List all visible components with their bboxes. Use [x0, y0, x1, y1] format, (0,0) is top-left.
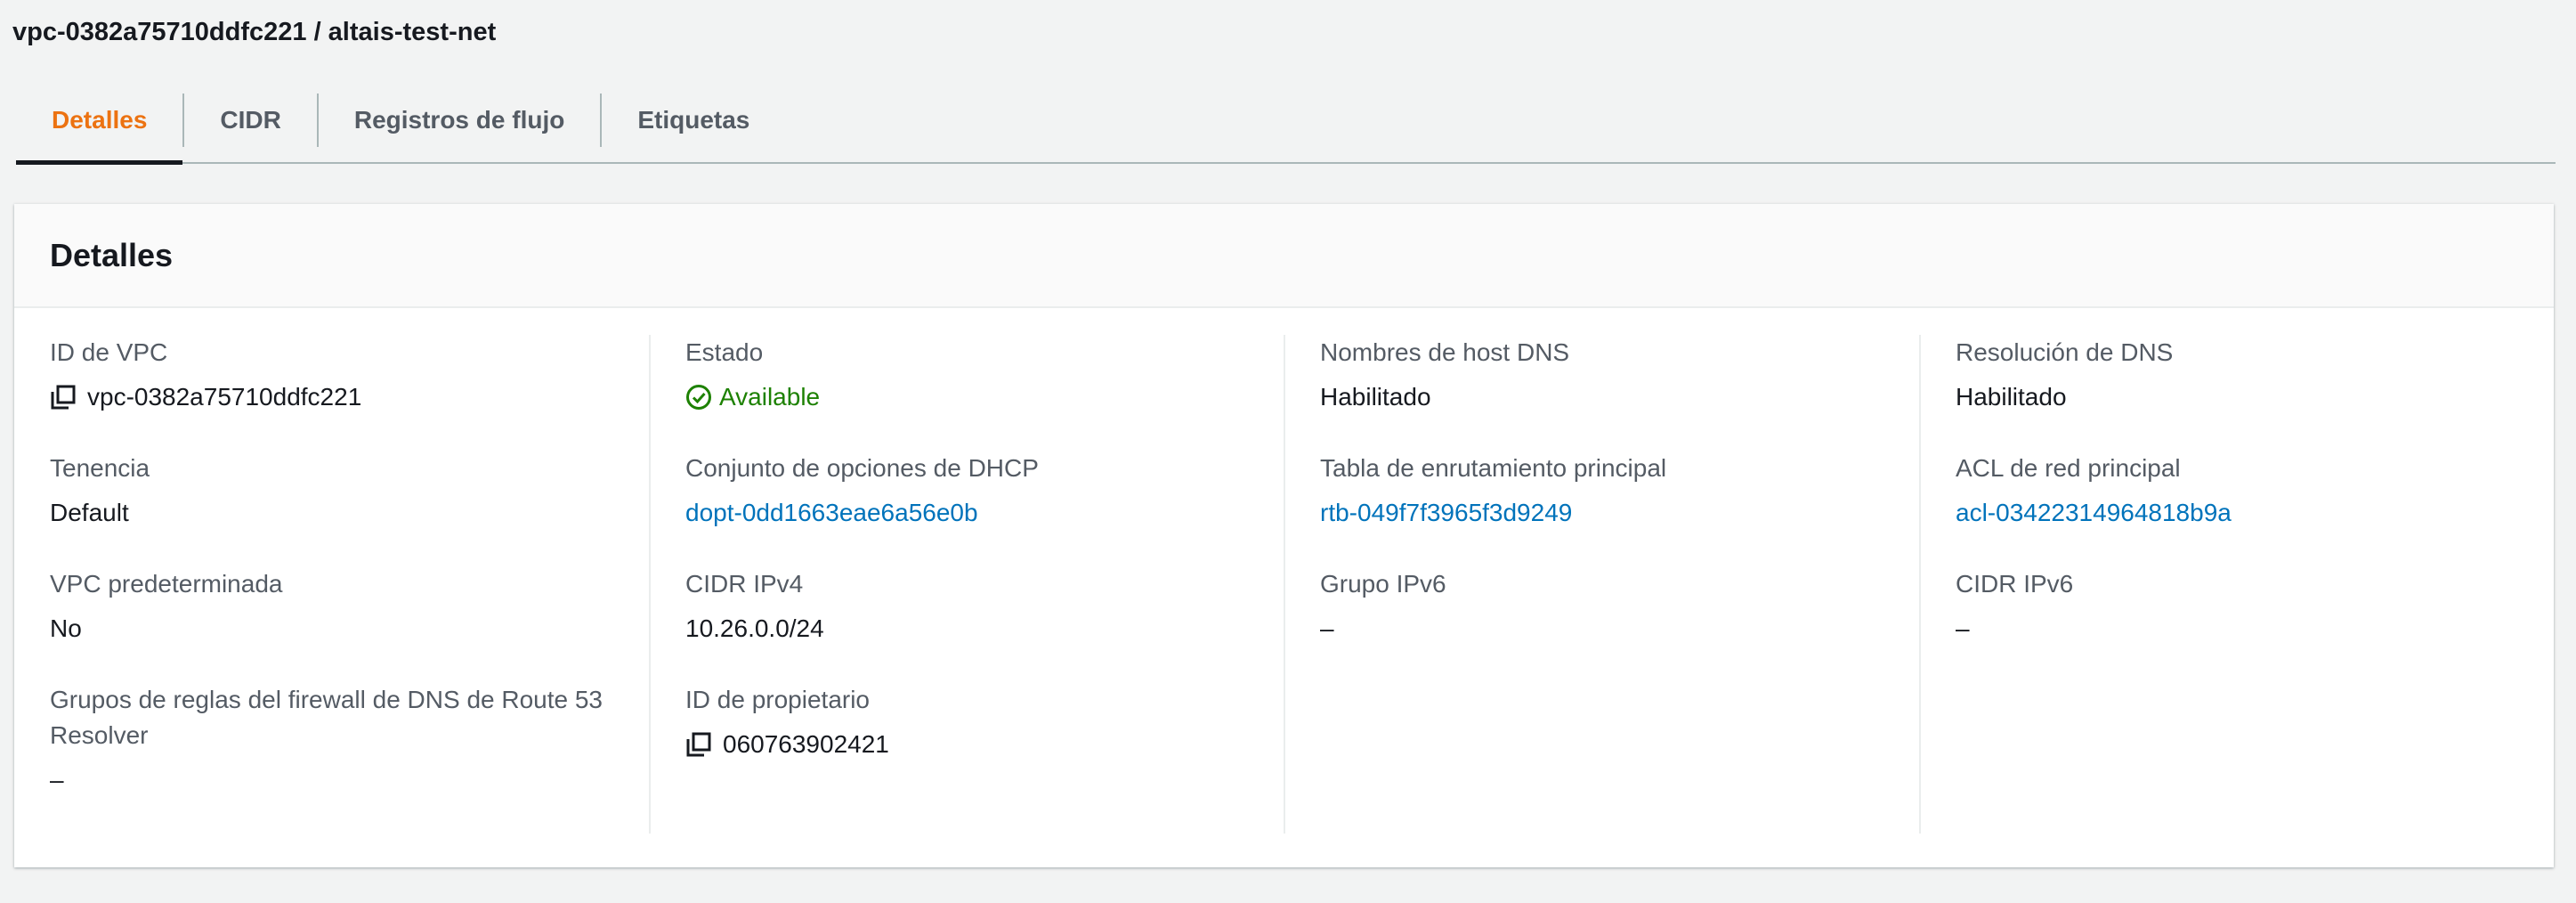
details-column-3: Nombres de host DNS Habilitado Tabla de … — [1320, 335, 1934, 834]
field-label: Resolución de DNS — [1956, 338, 2174, 366]
tab-bar: Detalles CIDR Registros de flujo Etiquet… — [16, 78, 2556, 165]
details-column-1: ID de VPC vpc-0382a75710ddfc221 Tenencia… — [50, 335, 664, 834]
field-ipv6-cidr: CIDR IPv6 – — [1956, 566, 2534, 647]
status-text: Available — [719, 383, 821, 411]
field-main-route-table: Tabla de enrutamiento principal rtb-049f… — [1320, 451, 1934, 531]
field-label: Nombres de host DNS — [1320, 338, 1570, 366]
field-value: Habilitado — [1320, 383, 1431, 411]
field-label: Tenencia — [50, 454, 150, 482]
field-value: No — [50, 614, 82, 642]
field-label: Conjunto de opciones de DHCP — [685, 454, 1039, 482]
page-title: vpc-0382a75710ddfc221 / altais-test-net — [12, 18, 497, 46]
field-value: vpc-0382a75710ddfc221 — [50, 379, 664, 415]
field-value: Available — [685, 379, 1300, 415]
check-circle-icon — [685, 384, 712, 411]
field-owner-id: ID de propietario 060763902421 — [685, 682, 1300, 762]
field-tenancy: Tenencia Default — [50, 451, 664, 531]
details-panel-header: Detalles — [14, 204, 2554, 308]
field-label: Estado — [685, 338, 764, 366]
tab-tags[interactable]: Etiquetas — [602, 78, 785, 162]
tab-detalles[interactable]: Detalles — [16, 78, 183, 165]
field-label: ID de propietario — [685, 686, 871, 713]
field-ipv6-group: Grupo IPv6 – — [1320, 566, 1934, 647]
field-label: Grupos de reglas del firewall de DNS de … — [50, 686, 603, 749]
field-ipv4-cidr: CIDR IPv4 10.26.0.0/24 — [685, 566, 1300, 647]
network-acl-link[interactable]: acl-03422314964818b9a — [1956, 495, 2534, 531]
field-value: 10.26.0.0/24 — [685, 614, 824, 642]
copy-icon[interactable] — [685, 731, 712, 758]
field-value: – — [1320, 614, 1334, 642]
field-value: 060763902421 — [685, 727, 1300, 762]
field-dns-hostnames: Nombres de host DNS Habilitado — [1320, 335, 1934, 415]
details-panel: Detalles ID de VPC vpc-0382a75710ddfc221 — [14, 204, 2554, 867]
field-value: Default — [50, 499, 129, 526]
owner-id-value: 060763902421 — [723, 730, 889, 758]
route-table-link[interactable]: rtb-049f7f3965f3d9249 — [1320, 495, 1934, 531]
field-value: – — [50, 766, 64, 793]
field-label: CIDR IPv6 — [1956, 570, 2074, 598]
field-dns-resolution: Resolución de DNS Habilitado — [1956, 335, 2534, 415]
dhcp-options-link[interactable]: dopt-0dd1663eae6a56e0b — [685, 495, 1300, 531]
field-default-vpc: VPC predeterminada No — [50, 566, 664, 647]
field-value: Habilitado — [1956, 383, 2067, 411]
field-dns-firewall: Grupos de reglas del firewall de DNS de … — [50, 682, 628, 798]
details-column-4: Resolución de DNS Habilitado ACL de red … — [1956, 335, 2534, 834]
field-value: – — [1956, 614, 1970, 642]
field-vpc-id: ID de VPC vpc-0382a75710ddfc221 — [50, 335, 664, 415]
field-state: Estado Available — [685, 335, 1300, 415]
field-dhcp-options: Conjunto de opciones de DHCP dopt-0dd166… — [685, 451, 1300, 531]
tab-flow-logs[interactable]: Registros de flujo — [319, 78, 600, 162]
vpc-id-value: vpc-0382a75710ddfc221 — [87, 383, 362, 411]
field-label: Tabla de enrutamiento principal — [1320, 454, 1667, 482]
field-label: ID de VPC — [50, 338, 168, 366]
field-label: ACL de red principal — [1956, 454, 2181, 482]
field-label: Grupo IPv6 — [1320, 570, 1446, 598]
details-panel-title: Detalles — [50, 236, 174, 273]
tab-cidr[interactable]: CIDR — [184, 78, 316, 162]
details-column-2: Estado Available Conjunto de opciones de… — [685, 335, 1300, 834]
field-label: CIDR IPv4 — [685, 570, 804, 598]
details-grid: ID de VPC vpc-0382a75710ddfc221 Tenencia… — [14, 335, 2554, 834]
copy-icon[interactable] — [50, 384, 77, 411]
field-main-network-acl: ACL de red principal acl-03422314964818b… — [1956, 451, 2534, 531]
field-label: VPC predeterminada — [50, 570, 283, 598]
